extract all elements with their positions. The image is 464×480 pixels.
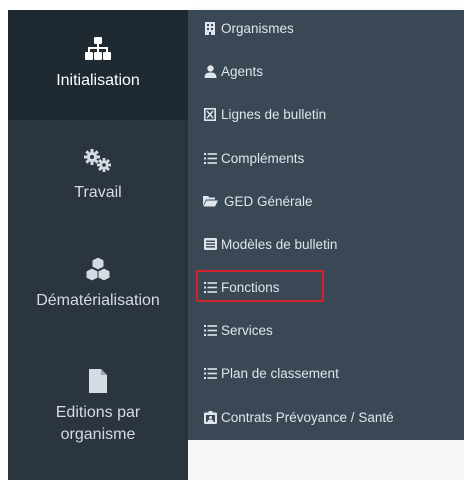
sidebar-item-travail[interactable]: Travail — [8, 120, 188, 230]
gears-icon — [83, 146, 113, 176]
template-icon — [202, 236, 218, 252]
cubes-icon — [85, 254, 111, 284]
menu-item-organismes[interactable]: Organismes — [188, 14, 464, 42]
user-icon — [202, 63, 218, 79]
menu-item-label: Plan de classement — [221, 365, 339, 381]
menu-item-agents[interactable]: Agents — [188, 57, 464, 85]
sidebar-item-initialisation[interactable]: Initialisation — [8, 10, 188, 120]
menu-item-label: GED Générale — [224, 193, 313, 209]
menu-item-complements[interactable]: Compléments — [188, 144, 464, 172]
sidebar-item-editions-par-organisme[interactable]: Editions par organisme — [8, 340, 188, 480]
sidebar-item-label: organisme — [60, 426, 136, 443]
sidebar-item-dematerialisation[interactable]: Dématérialisation — [8, 230, 188, 340]
menu-item-services[interactable]: Services — [188, 316, 464, 344]
folder-open-icon — [202, 193, 218, 209]
menu-item-contrats-prevoyance-sante[interactable]: Contrats Prévoyance / Santé — [188, 403, 464, 431]
sidebar-item-label: Dématérialisation — [36, 292, 160, 309]
menu-item-plan-de-classement[interactable]: Plan de classement — [188, 359, 464, 387]
content-area — [188, 440, 464, 480]
sidebar-item-label: Travail — [74, 184, 122, 201]
menu-item-modeles-de-bulletin[interactable]: Modèles de bulletin — [188, 230, 464, 258]
highlight-box — [196, 270, 324, 302]
list-box-icon — [202, 106, 218, 122]
menu-item-label: Organismes — [221, 20, 294, 36]
sitemap-icon — [85, 34, 111, 64]
submenu-panel: Organismes Agents Lignes de bulletin Com… — [188, 10, 464, 440]
id-card-icon — [202, 409, 218, 425]
menu-item-label: Compléments — [221, 150, 305, 166]
menu-item-label: Agents — [221, 63, 264, 79]
menu-item-label: Contrats Prévoyance / Santé — [221, 409, 394, 425]
main-sidebar: Initialisation Travail Dématérialisation… — [8, 10, 188, 480]
menu-item-lignes-de-bulletin[interactable]: Lignes de bulletin — [188, 100, 464, 128]
list-icon — [202, 322, 218, 338]
menu-item-label: Services — [221, 322, 273, 338]
sidebar-item-label: Initialisation — [56, 72, 140, 89]
list-icon — [202, 150, 218, 166]
menu-item-label: Lignes de bulletin — [221, 106, 327, 122]
menu-item-label: Modèles de bulletin — [221, 236, 338, 252]
menu-item-ged-generale[interactable]: GED Générale — [188, 187, 464, 215]
file-icon — [88, 366, 108, 396]
sidebar-item-label: Editions par — [55, 404, 141, 421]
list-icon — [202, 365, 218, 381]
building-icon — [202, 20, 218, 36]
